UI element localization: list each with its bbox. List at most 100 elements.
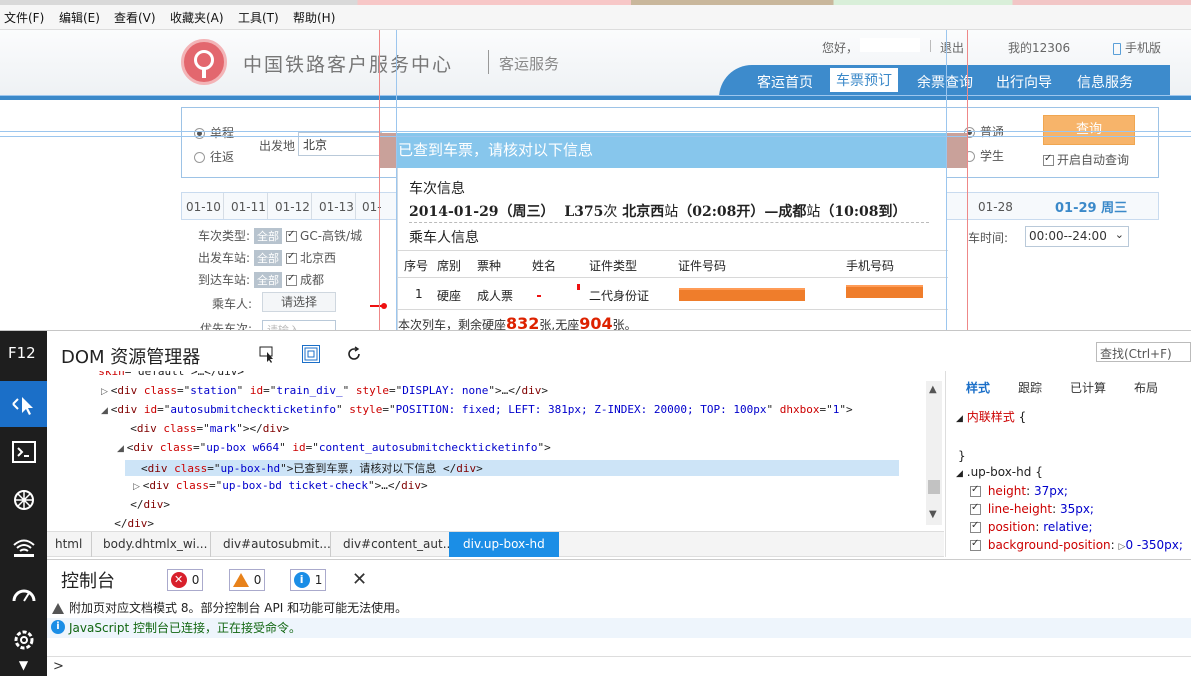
collapse-triangle-icon[interactable]: ◢	[117, 444, 127, 454]
dom-node[interactable]: <div class="mark"></div>	[117, 422, 289, 435]
warning-count-badge[interactable]: 0	[229, 569, 265, 591]
tab-trace[interactable]: 跟踪	[1018, 379, 1042, 396]
scroll-down-icon[interactable]: ▼	[929, 509, 937, 520]
breadcrumb-item[interactable]: html	[55, 537, 82, 551]
checkbox-icon[interactable]	[970, 502, 981, 515]
tab-info-service[interactable]: 信息服务	[1077, 72, 1133, 92]
checkbox-icon[interactable]	[970, 538, 981, 551]
debugger-icon[interactable]	[0, 476, 47, 522]
date-tab[interactable]: 01-10	[186, 200, 221, 214]
dom-scrollbar[interactable]: ▲ ▼	[926, 381, 942, 525]
css-prop[interactable]: height: 37px;	[970, 484, 1068, 498]
breadcrumb-item[interactable]: div#autosubmit...	[223, 537, 331, 551]
date-tab[interactable]: 01-12	[275, 200, 310, 214]
date-tab[interactable]: 01-28	[978, 200, 1013, 214]
chevron-down-icon[interactable]: ▼	[0, 655, 47, 675]
passenger-select[interactable]: 请选择	[262, 292, 336, 312]
rule-close-brace: }	[958, 449, 966, 463]
clear-console-icon[interactable]: ✕	[352, 569, 367, 590]
info-icon: i	[293, 572, 310, 588]
expand-triangle-icon[interactable]: ▷	[133, 482, 143, 492]
dom-node[interactable]: skin="default">…</div>	[85, 371, 244, 378]
devtools-sidebar: F12 ▼	[0, 331, 47, 676]
f12-label: F12	[8, 344, 36, 362]
dom-node[interactable]: ◢ <div class="up-box w664" id="content_a…	[117, 441, 551, 454]
css-rule-selector[interactable]: ◢ .up-box-hd {	[956, 465, 1043, 479]
priority-input[interactable]: 请输入	[262, 320, 336, 330]
dom-node[interactable]: ▷ <div class="station" id="train_div_" s…	[101, 384, 548, 397]
info-count-badge[interactable]: i1	[290, 569, 326, 591]
auto-query-toggle[interactable]: 开启自动查询	[1043, 151, 1129, 168]
dom-node[interactable]: ◢ <div id="autosubmitcheckticketinfo" st…	[101, 403, 853, 416]
filter-all-tag[interactable]: 全部	[254, 272, 283, 288]
checkbox-icon[interactable]	[970, 484, 981, 497]
filter-all-tag[interactable]: 全部	[254, 250, 283, 266]
filter-all-tag[interactable]: 全部	[254, 228, 283, 244]
tab-styles[interactable]: 样式	[966, 379, 990, 396]
css-prop[interactable]: background-position: ▷0 -350px;	[970, 538, 1183, 552]
trip-oneway[interactable]: 单程	[194, 124, 234, 141]
network-icon[interactable]	[0, 523, 47, 569]
scroll-up-icon[interactable]: ▲	[929, 384, 937, 395]
depart-time-select[interactable]: 00:00--24:00 ⌄	[1025, 226, 1129, 247]
tab-travel-guide[interactable]: 出行向导	[996, 72, 1052, 92]
query-button[interactable]: 查询	[1043, 115, 1135, 145]
css-prop[interactable]: position: relative;	[970, 520, 1093, 534]
date-tab[interactable]: 01-11	[231, 200, 266, 214]
tab-booking[interactable]: 车票预订	[830, 68, 898, 92]
refresh-icon[interactable]	[345, 345, 363, 363]
col-header: 证件号码	[678, 259, 727, 273]
dom-token: ="default">…</div>	[124, 371, 244, 378]
greeting: 您好，	[822, 41, 859, 55]
console-icon[interactable]	[0, 429, 47, 475]
ticket-student[interactable]: 学生	[964, 147, 1004, 164]
console-input[interactable]: >	[47, 656, 1191, 677]
breadcrumb-item[interactable]: body.dhtmlx_wi...	[103, 537, 207, 551]
inline-style-rule[interactable]: ◢ 内联样式 {	[956, 408, 1026, 425]
dom-node[interactable]: ▷ <div class="up-box-bd ticket-check">…<…	[133, 479, 428, 492]
collapse-triangle-icon[interactable]: ◢	[101, 406, 111, 416]
menu-help[interactable]: 帮助(H)	[293, 9, 335, 26]
expand-triangle-icon[interactable]: ▷	[101, 387, 111, 397]
menu-view[interactable]: 查看(V)	[114, 9, 156, 26]
menu-edit[interactable]: 编辑(E)	[59, 9, 100, 26]
error-count-badge[interactable]: ✕ 0	[167, 569, 203, 591]
date-tab[interactable]: 01-13	[319, 200, 354, 214]
select-element-icon[interactable]	[259, 345, 277, 363]
dom-token: div	[127, 517, 148, 530]
dom-token: ="	[819, 403, 833, 416]
menu-file[interactable]: 文件(F)	[4, 9, 44, 26]
tab-computed[interactable]: 已计算	[1070, 379, 1106, 396]
my12306-link[interactable]: 我的12306	[1008, 39, 1070, 56]
breadcrumb-item-active[interactable]: div.up-box-hd	[449, 532, 559, 557]
tab-layout[interactable]: 布局	[1134, 379, 1158, 396]
tab-home[interactable]: 客运首页	[757, 72, 813, 92]
mobile-link[interactable]: 手机版	[1113, 39, 1161, 56]
menu-favorites[interactable]: 收藏夹(A)	[170, 9, 224, 26]
dom-explorer-icon[interactable]	[0, 381, 47, 427]
railway-logo[interactable]	[181, 39, 227, 85]
performance-icon[interactable]	[0, 571, 47, 617]
dom-token: </	[130, 498, 144, 511]
logout-link[interactable]: 退出	[940, 39, 964, 56]
checkbox-icon[interactable]	[286, 229, 298, 242]
passenger-label: 乘车人:	[212, 297, 253, 311]
dom-token: ="	[177, 384, 191, 397]
css-prop[interactable]: line-height: 35px;	[970, 502, 1094, 516]
dom-node-selected[interactable]: <div class="up-box-hd">已查到车票，请核对以下信息 </d…	[125, 460, 899, 476]
dom-node[interactable]: </div>	[117, 498, 170, 511]
find-input[interactable]: 查找(Ctrl+F)	[1096, 342, 1191, 362]
tab-remain-query[interactable]: 余票查询	[917, 72, 973, 92]
menu-tools[interactable]: 工具(T)	[238, 9, 279, 26]
selected-date[interactable]: 01-29 周三	[1055, 197, 1127, 216]
scroll-thumb[interactable]	[928, 480, 940, 494]
trip-roundtrip[interactable]: 往返	[194, 148, 234, 165]
checkbox-icon[interactable]	[286, 273, 298, 286]
filter-row: 车次类型:全部GC-高铁/城	[198, 227, 362, 244]
highlight-elements-icon[interactable]	[302, 345, 320, 363]
dom-node[interactable]: </div>	[101, 517, 154, 530]
checkbox-icon[interactable]	[970, 520, 981, 533]
dialog-header-edge	[947, 133, 967, 168]
checkbox-icon[interactable]	[286, 251, 298, 264]
breadcrumb-item[interactable]: div#content_aut...	[343, 537, 454, 551]
